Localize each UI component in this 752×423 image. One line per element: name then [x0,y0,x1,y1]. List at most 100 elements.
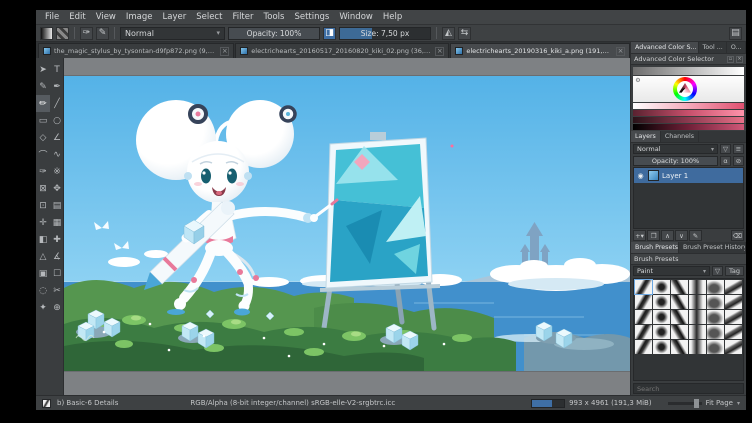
add-layer-button[interactable]: +▾ [633,230,646,241]
current-brush-icon[interactable] [42,398,51,408]
color-sampler-tool[interactable]: ✛ [36,214,50,231]
freehand-brush-tool[interactable]: ✏ [36,95,50,112]
shade-row[interactable] [633,103,744,109]
brush-preset-tile[interactable] [635,310,652,324]
transform-tool[interactable]: ⊠ [36,180,50,197]
elliptical-selection-tool[interactable]: ◌ [36,282,50,299]
calligraphy-tool[interactable]: ✒ [50,78,64,95]
dynamic-brush-tool[interactable]: ✑ [36,163,50,180]
multibrush-tool[interactable]: ※ [50,163,64,180]
shade-selector[interactable] [633,103,744,130]
brush-preset-tile[interactable] [671,325,688,339]
inherit-alpha-icon[interactable]: ⊘ [733,156,744,166]
rectangle-tool[interactable]: ▭ [36,112,50,129]
brush-preset-tile[interactable] [707,295,724,309]
brush-preset-tile[interactable] [671,340,688,354]
wrap-around-icon[interactable]: ⇆ [458,26,471,40]
layer-blend-mode-dropdown[interactable]: Normal ▾ [633,144,718,154]
brush-preset-tile[interactable] [653,280,670,294]
dock-tab-o[interactable]: O... [727,42,746,53]
delete-layer-button[interactable]: ⌫ [731,230,744,241]
shade-row[interactable] [633,110,744,116]
gear-icon[interactable]: ⚙ [634,77,642,85]
zoom-tool[interactable]: ⊕ [50,299,64,316]
layer-filter-icon[interactable]: ▽ [720,144,731,154]
brush-preset-tile[interactable] [689,325,706,339]
bezier-curve-tool[interactable]: ⌒ [36,146,50,163]
pattern-edit-tool[interactable]: ▦ [50,214,64,231]
measure-tool[interactable]: ∡ [50,248,64,265]
brush-preset-tile[interactable] [707,280,724,294]
duplicate-layer-button[interactable]: ❐ [647,230,660,241]
move-tool[interactable]: ✥ [50,180,64,197]
brush-preset-tile[interactable] [653,310,670,324]
menu-item-file[interactable]: File [40,12,64,22]
value-strip[interactable] [633,67,744,75]
gradient-tool[interactable]: ▤ [50,197,64,214]
brush-preset-tile[interactable] [689,295,706,309]
brush-preset-tile[interactable] [653,340,670,354]
menu-item-help[interactable]: Help [378,12,407,22]
brush-preset-tile[interactable] [725,310,742,324]
menu-item-edit[interactable]: Edit [64,12,90,22]
brush-preset-tile[interactable] [725,295,742,309]
document-tab[interactable]: electrichearts_20160517_20160820_kiki_02… [235,43,450,58]
menu-item-filter[interactable]: Filter [227,12,258,22]
layer-row[interactable]: ◉ Layer 1 [634,168,743,183]
eraser-toggle-icon[interactable]: ◨ [323,26,336,40]
brush-preset-tile[interactable] [634,279,653,295]
edit-shapes-tool[interactable]: ✎ [36,78,50,95]
gradient-chooser-icon[interactable] [40,26,53,40]
brush-preset-tile[interactable] [671,295,688,309]
polygon-tool[interactable]: ◇ [36,129,50,146]
assistants-tool[interactable]: △ [36,248,50,265]
brush-preset-tile[interactable] [725,325,742,339]
brush-preset-tile[interactable] [689,280,706,294]
brush-preset-tile[interactable] [707,325,724,339]
zoom-level[interactable]: Fit Page [706,399,733,407]
tag-label[interactable]: Tag [724,266,744,276]
colorspace-label[interactable]: RGB/Alpha (8-bit integer/channel) sRGB-e… [190,399,395,407]
layer-properties-button[interactable]: ✎ [689,230,702,241]
hue-wheel[interactable] [673,77,697,101]
reference-images-tool[interactable]: ▣ [36,265,50,282]
rectangular-selection-tool[interactable]: ☐ [50,265,64,282]
brush-preset-tile[interactable] [635,325,652,339]
workspace-chooser-icon[interactable]: ▤ [729,26,742,40]
brush-preset-tile[interactable] [707,340,724,354]
zoom-slider[interactable] [667,398,702,408]
dock-tab-advanced-color-s[interactable]: Advanced Color S... [631,42,699,53]
close-tab-icon[interactable]: × [616,46,625,56]
move-layer-up-button[interactable]: ∧ [661,230,674,241]
contiguous-selection-tool[interactable]: ✦ [36,299,50,316]
tab-brush-preset-history[interactable]: Brush Preset History [679,242,746,253]
shade-row[interactable] [633,124,744,130]
brush-preset-tile[interactable] [653,295,670,309]
brush-preset-tile[interactable] [725,280,742,294]
menu-item-tools[interactable]: Tools [259,12,290,22]
menu-item-view[interactable]: View [91,12,121,22]
brush-size-slider[interactable]: Size: 7,50 px [339,26,431,40]
opacity-slider[interactable]: Opacity: 100% [228,26,320,40]
layer-opacity-slider[interactable]: Opacity: 100% [633,156,718,166]
edit-brush-settings-icon[interactable]: ✎ [96,26,109,40]
ellipse-tool[interactable]: ○ [50,112,64,129]
polyline-tool[interactable]: ∠ [50,129,64,146]
brush-preset-tile[interactable] [689,340,706,354]
close-panel-icon[interactable]: × [736,55,743,63]
fill-tool[interactable]: ◧ [36,231,50,248]
layer-visibility-icon[interactable]: ◉ [636,172,645,180]
canvas-area[interactable] [64,58,630,395]
freehand-path-tool[interactable]: ∿ [50,146,64,163]
brush-preset-tile[interactable] [635,295,652,309]
shade-row[interactable] [633,117,744,123]
line-tool[interactable]: ╱ [50,95,64,112]
pattern-chooser-icon[interactable] [56,26,69,40]
menu-item-image[interactable]: Image [121,12,158,22]
brush-preset-tile[interactable] [689,310,706,324]
document-tab[interactable]: the_magic_stylus_by_tysontan-d9fp872.png… [38,43,235,58]
brush-filter-dropdown[interactable]: Paint ▾ [633,266,710,276]
crop-tool[interactable]: ⊡ [36,197,50,214]
brush-preset-tile[interactable] [671,310,688,324]
canvas-artwork[interactable] [64,75,630,372]
